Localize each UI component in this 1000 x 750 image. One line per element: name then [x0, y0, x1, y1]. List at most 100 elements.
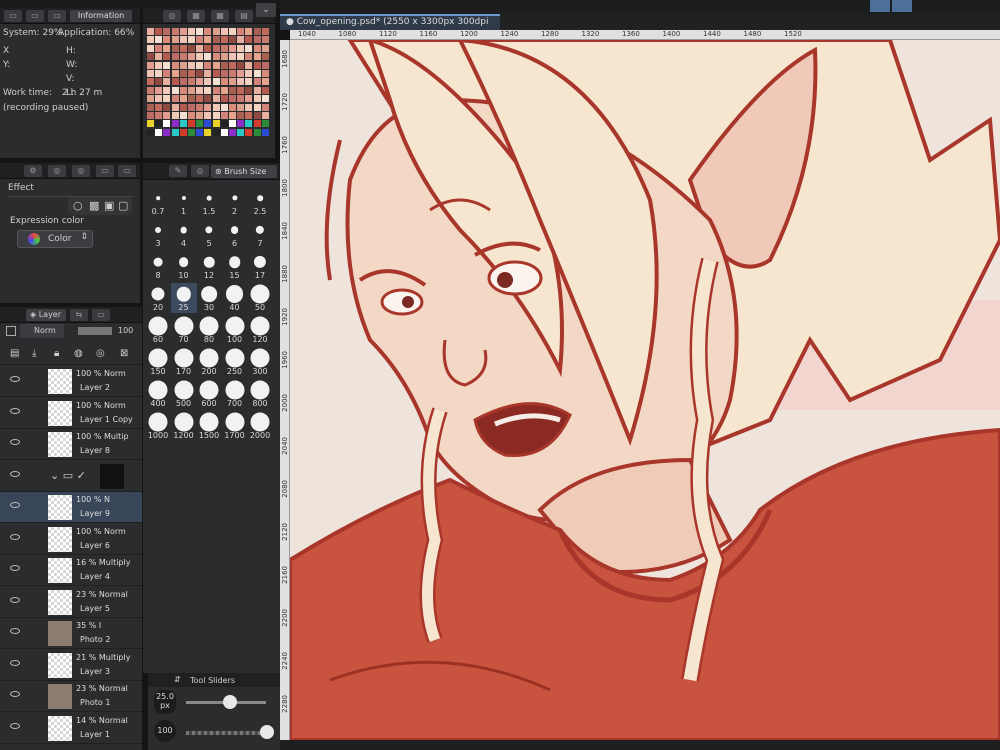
color-swatch[interactable] [171, 128, 179, 136]
brush-size-cell[interactable]: 2 [222, 187, 248, 217]
color-swatch[interactable] [212, 28, 220, 35]
brush-size-cell[interactable]: 1200 [171, 411, 197, 441]
color-swatch[interactable] [204, 61, 212, 69]
eye-icon[interactable] [10, 407, 20, 414]
brush-icon[interactable]: ✎ [169, 165, 187, 177]
color-swatch[interactable] [204, 103, 212, 111]
brush-size-cell[interactable]: 100 [222, 315, 248, 345]
color-swatch[interactable] [261, 28, 269, 35]
color-swatch[interactable] [155, 70, 163, 77]
color-swatch[interactable] [196, 95, 204, 103]
color-swatch[interactable] [220, 78, 228, 86]
tab-icon[interactable]: ◎ [163, 10, 181, 22]
color-swatch[interactable] [212, 53, 220, 61]
color-swatch[interactable] [245, 120, 253, 128]
color-swatch[interactable] [179, 112, 187, 119]
color-swatch[interactable] [171, 103, 179, 111]
brush-size-cell[interactable]: 12 [196, 251, 222, 281]
tool-button[interactable] [870, 0, 890, 12]
circle-icon[interactable]: ○ [73, 199, 83, 212]
brush-size-cell[interactable]: 3 [145, 219, 171, 249]
eye-icon[interactable] [10, 502, 20, 508]
brush-size-cell[interactable]: 30 [196, 283, 222, 313]
color-swatch[interactable] [155, 28, 163, 35]
color-swatch[interactable] [196, 61, 204, 69]
color-swatch[interactable] [245, 28, 253, 35]
brush-size-cell[interactable]: 0.7 [145, 187, 171, 217]
color-swatch[interactable] [196, 86, 204, 94]
eye-icon[interactable] [10, 565, 20, 571]
color-swatch[interactable] [261, 36, 269, 44]
color-swatch[interactable] [220, 103, 228, 111]
color-swatch[interactable] [220, 120, 228, 128]
color-swatch[interactable] [261, 95, 269, 103]
color-swatch-grid[interactable] [147, 28, 271, 146]
color-swatch[interactable] [237, 120, 245, 128]
chevron-down-icon[interactable]: ⌄ [256, 3, 276, 17]
color-swatch[interactable] [253, 78, 261, 86]
color-swatch[interactable] [212, 112, 220, 119]
color-swatch[interactable] [147, 103, 154, 111]
color-swatch[interactable] [212, 128, 220, 136]
color-swatch[interactable] [196, 70, 204, 77]
brush-size-cell[interactable]: 6 [222, 219, 248, 249]
color-swatch[interactable] [220, 95, 228, 103]
brush-size-cell[interactable]: 800 [247, 379, 273, 409]
color-swatch[interactable] [212, 95, 220, 103]
tab-icon[interactable]: ◎ [48, 165, 66, 177]
color-swatch[interactable] [188, 103, 195, 111]
layer-copy-icon[interactable]: ▣ [104, 199, 114, 212]
color-swatch[interactable] [188, 61, 195, 69]
clip-icon[interactable]: ⤓ [32, 348, 36, 359]
color-swatch[interactable] [163, 95, 171, 103]
color-swatch[interactable] [212, 70, 220, 77]
color-swatch[interactable] [261, 70, 269, 77]
brush-size-cell[interactable]: 4 [171, 219, 197, 249]
opacity-readout[interactable]: 100 [154, 720, 176, 742]
color-swatch[interactable] [253, 36, 261, 44]
brush-size-cell[interactable]: 170 [171, 347, 197, 377]
color-swatch[interactable] [179, 53, 187, 61]
brush-size-cell[interactable]: 17 [247, 251, 273, 281]
color-swatch[interactable] [163, 103, 171, 111]
color-swatch[interactable] [196, 112, 204, 119]
color-swatch[interactable] [204, 28, 212, 35]
color-swatch[interactable] [204, 120, 212, 128]
color-swatch[interactable] [229, 44, 236, 52]
color-swatch[interactable] [220, 28, 228, 35]
color-swatch[interactable] [171, 44, 179, 52]
color-swatch[interactable] [196, 120, 204, 128]
color-swatch[interactable] [237, 61, 245, 69]
color-swatch[interactable] [188, 95, 195, 103]
eye-icon[interactable] [10, 533, 20, 540]
color-swatch[interactable] [163, 112, 171, 119]
tab-icon[interactable]: ▭ [4, 10, 22, 22]
brush-size-cell[interactable]: 700 [222, 379, 248, 409]
color-swatch[interactable] [171, 28, 179, 35]
color-swatch[interactable] [204, 53, 212, 61]
brush-size-cell[interactable]: 1000 [145, 411, 171, 441]
color-swatch[interactable] [155, 44, 163, 52]
document-tab[interactable]: ● Cow_opening.psd* (2550 x 3300px 300dpi… [280, 14, 500, 30]
color-swatch[interactable] [179, 61, 187, 69]
color-swatch[interactable] [229, 70, 236, 77]
color-swatch[interactable] [220, 112, 228, 119]
color-swatch[interactable] [253, 70, 261, 77]
color-swatch[interactable] [261, 120, 269, 128]
layer-row[interactable]: 100 % Multip Layer 8 [0, 429, 142, 460]
color-swatch[interactable] [229, 103, 236, 111]
color-swatch[interactable] [196, 44, 204, 52]
color-swatch[interactable] [229, 128, 236, 136]
color-swatch[interactable] [171, 95, 179, 103]
eye-icon[interactable] [10, 470, 20, 477]
color-swatch[interactable] [261, 78, 269, 86]
brush-size-cell[interactable]: 15 [222, 251, 248, 281]
layer-row[interactable]: 100 % Norm Layer 6 [0, 524, 142, 555]
color-swatch[interactable] [196, 53, 204, 61]
color-swatch[interactable] [245, 61, 253, 69]
color-swatch[interactable] [147, 78, 154, 86]
color-swatch[interactable] [237, 28, 245, 35]
color-swatch[interactable] [204, 95, 212, 103]
color-swatch[interactable] [147, 95, 154, 103]
color-swatch[interactable] [188, 28, 195, 35]
